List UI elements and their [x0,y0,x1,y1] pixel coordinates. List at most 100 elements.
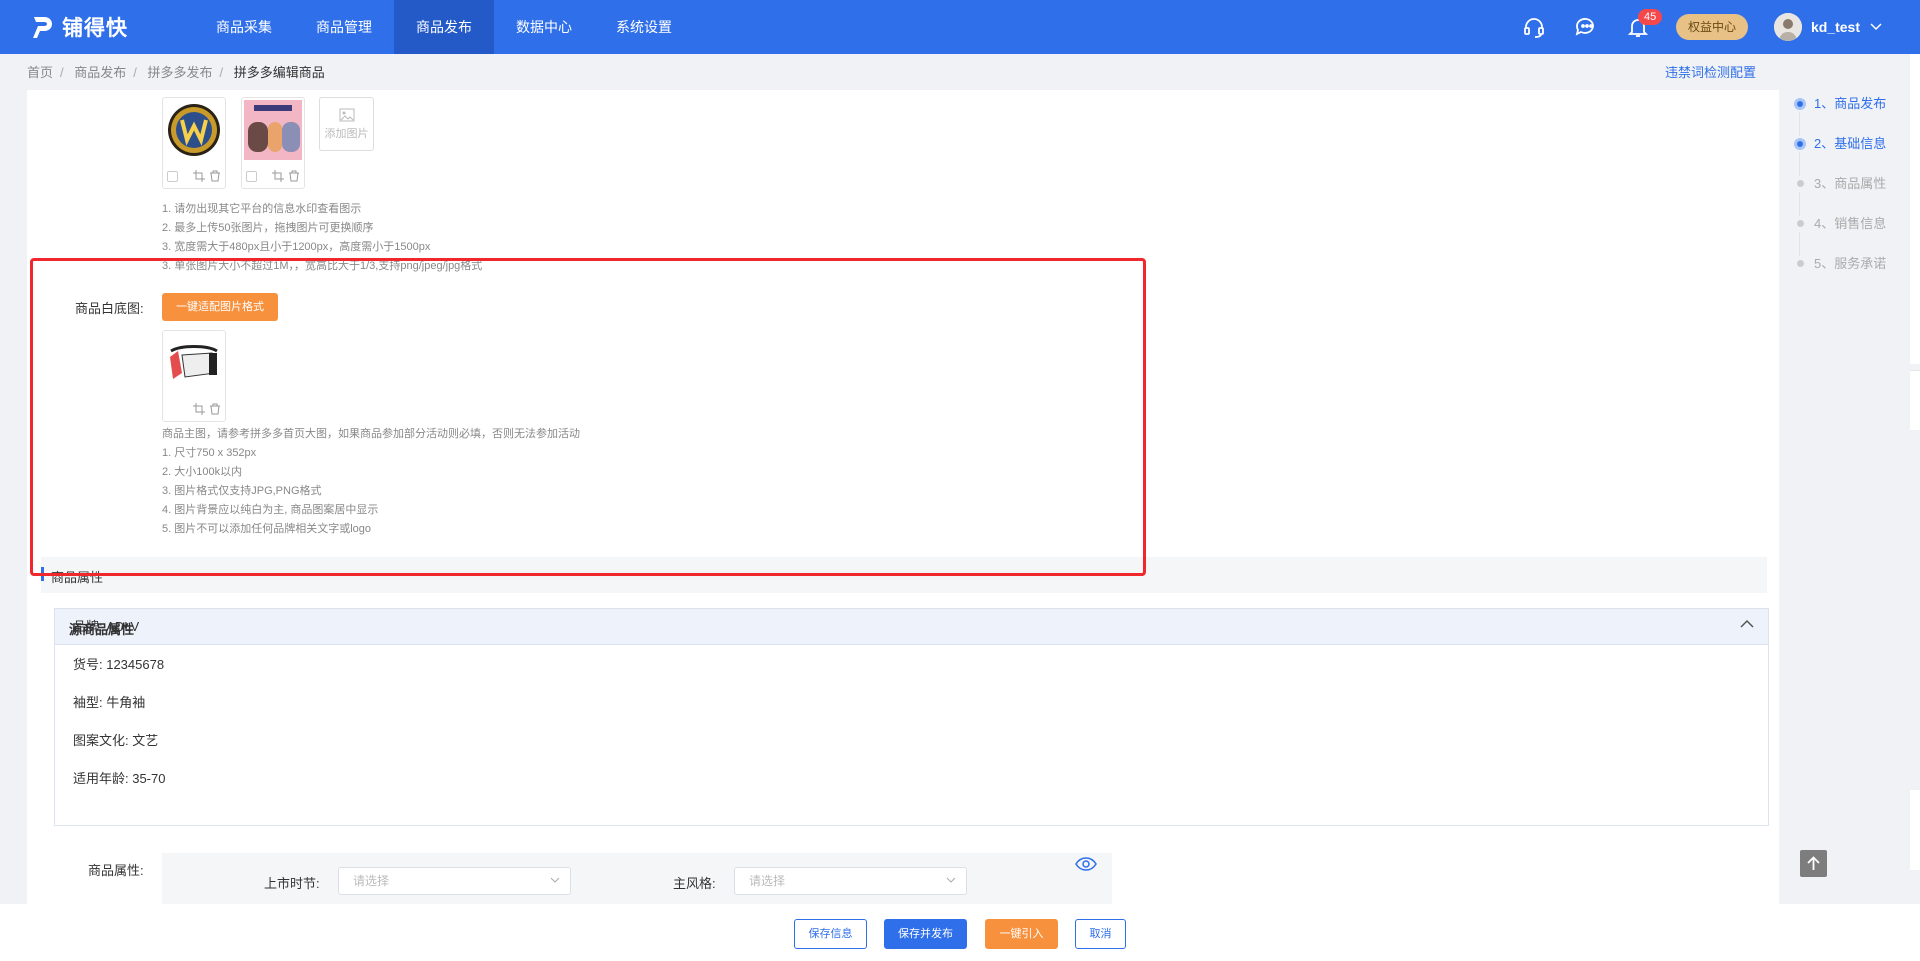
step-label: 5、服务承诺 [1814,256,1887,271]
crop-icon[interactable] [193,403,205,415]
gallery-tip: 3. 宽度需大于480px且小于1200px，高度需小于1500px [162,241,431,253]
white-bg-tip: 1. 尺寸750 x 352px [162,447,257,459]
season-select[interactable]: 请选择 [338,867,571,895]
step-label: 1、商品发布 [1814,96,1887,111]
section-title: 商品属性 [51,570,104,585]
breadcrumb-publish[interactable]: 商品发布 [74,65,126,80]
style-placeholder: 请选择 [749,874,786,888]
source-attributes-header[interactable]: 源商品属性 [55,609,1768,645]
step-label: 3、商品属性 [1814,176,1887,191]
trash-icon[interactable] [209,170,221,182]
top-right-tools: 45 权益中心 kd_test [1520,0,1920,54]
gallery-image-2[interactable] [241,97,305,189]
season-placeholder: 请选择 [353,874,390,888]
main-card: 添加图片 1. 请勿出现其它平台的信息水印查看图示 2. 最多上传50张图片，拖… [27,90,1779,904]
list-item: 袖型: 牛角袖 [73,695,146,710]
select-checkbox[interactable] [167,170,178,182]
attr-form-label: 商品属性: [88,863,144,878]
breadcrumb-home[interactable]: 首页 [27,65,53,80]
chevron-up-icon[interactable] [1740,619,1754,629]
nav-item-collect[interactable]: 商品采集 [194,0,294,54]
chevron-down-icon [550,877,560,883]
add-image-label: 添加图片 [324,128,369,140]
nav-item-manage[interactable]: 商品管理 [294,0,394,54]
right-edge-panel [1910,790,1920,870]
headset-icon[interactable] [1520,13,1548,41]
crop-icon[interactable] [272,170,284,182]
style-select[interactable]: 请选择 [734,867,967,895]
bell-icon[interactable]: 45 [1624,9,1663,41]
crop-icon[interactable] [193,170,205,182]
step-label: 2、基础信息 [1814,136,1887,151]
save-publish-button[interactable]: 保存并发布 [884,919,967,949]
breadcrumb-pdd-publish[interactable]: 拼多多发布 [148,65,213,80]
adapt-image-format-button[interactable]: 一键适配图片格式 [162,293,278,321]
gallery-tips: 1. 请勿出现其它平台的信息水印查看图示 2. 最多上传50张图片，拖拽图片可更… [162,200,482,276]
one-click-import-button[interactable]: 一键引入 [985,919,1058,949]
list-item: 货号: 12345678 [73,657,165,672]
section-header-attributes: 商品属性 [41,557,1767,593]
bag-image [165,333,223,393]
slippers-image [244,100,302,160]
back-to-top-button[interactable] [1800,850,1827,877]
step-label: 4、销售信息 [1814,216,1887,231]
nav-item-data[interactable]: 数据中心 [494,0,594,54]
nav-item-publish[interactable]: 商品发布 [394,0,494,54]
gallery-tip[interactable]: 1. 请勿出现其它平台的信息水印查看图示 [162,200,482,219]
white-bg-label: 商品白底图: [75,301,144,316]
eye-icon[interactable] [1075,857,1097,871]
app-logo[interactable]: 铺得快 [30,12,170,42]
breadcrumb: 首页 / 商品发布 / 拼多多发布 / 拼多多编辑商品 [27,65,325,80]
step-item[interactable]: 4、销售信息 [1794,216,1904,256]
gallery-tip: 2. 最多上传50张图片，拖拽图片可更换顺序 [162,222,374,234]
list-item: 图案文化: 文艺 [73,733,159,748]
breadcrumb-current: 拼多多编辑商品 [233,65,325,80]
section-accent-bar [41,567,44,581]
arrow-up-icon [1807,856,1820,870]
white-bg-tips: 商品主图，请参考拼多多首页大图，如果商品参加部分活动则必填，否则无法参加活动 1… [162,425,580,539]
white-bg-tip: 5. 图片不可以添加任何品牌相关文字或logo [162,523,372,535]
white-bg-tip: 商品主图，请参考拼多多首页大图，如果商品参加部分活动则必填，否则无法参加活动 [162,428,580,440]
username[interactable]: kd_test [1811,19,1860,35]
avatar[interactable] [1773,13,1802,41]
chevron-down-icon [946,877,956,883]
cancel-button[interactable]: 取消 [1075,919,1126,949]
benefit-center-button[interactable]: 权益中心 [1675,14,1748,40]
notification-badge: 45 [1637,9,1663,25]
list-item: 品牌: ADLV [73,619,140,634]
gallery-tip: 3. 单张图片大小不超过1M，，宽高比大于1/3,支持png/jpeg/jpg格… [162,260,483,272]
source-attributes-panel: 源商品属性 品牌: ADLV 货号: 12345678 袖型: 牛角袖 图案文化… [54,608,1769,826]
chat-icon[interactable] [1572,13,1600,41]
list-item: 适用年龄: 35-70 [73,771,166,786]
logo-text: 铺得快 [62,17,128,40]
source-attributes-list: 品牌: ADLV 货号: 12345678 袖型: 牛角袖 图案文化: 文艺 适… [73,619,166,798]
wow-logo-image [165,100,223,160]
logo-icon [33,17,52,38]
trash-icon[interactable] [209,403,221,415]
style-label: 主风格: [673,876,716,891]
progress-steps: 1、商品发布 2、基础信息 3、商品属性 4、销售信息 5、服务承诺 [1794,96,1904,296]
save-button[interactable]: 保存信息 [794,919,867,949]
image-icon [339,108,354,122]
top-navbar: 铺得快 商品采集 商品管理 商品发布 数据中心 系统设置 45 权益中心 kd_… [0,0,1920,54]
season-label: 上市时节: [264,876,320,891]
step-item[interactable]: 2、基础信息 [1794,136,1904,176]
white-bg-tip: 4. 图片背景应以纯白为主, 商品图案居中显示 [162,504,379,516]
white-bg-tip: 2. 大小100k以内 [162,466,243,478]
white-bg-image[interactable] [162,330,226,422]
nav-item-settings[interactable]: 系统设置 [594,0,694,54]
banned-words-config-link[interactable]: 违禁词检测配置 [1665,62,1756,81]
main-nav: 商品采集 商品管理 商品发布 数据中心 系统设置 [194,0,694,54]
bottom-action-bar: 保存信息 保存并发布 一键引入 取消 [0,904,1920,961]
right-edge-panel [1910,370,1920,430]
trash-icon[interactable] [288,170,300,182]
gallery-image-1[interactable] [162,97,226,189]
right-edge-panel [1910,54,1920,364]
step-item[interactable]: 3、商品属性 [1794,176,1904,216]
chevron-down-icon[interactable] [1870,23,1882,31]
step-item[interactable]: 1、商品发布 [1794,96,1904,136]
step-item[interactable]: 5、服务承诺 [1794,256,1904,296]
select-checkbox[interactable] [246,170,257,182]
add-image-button[interactable]: 添加图片 [319,97,374,151]
white-bg-tip: 3. 图片格式仅支持JPG,PNG格式 [162,485,322,497]
